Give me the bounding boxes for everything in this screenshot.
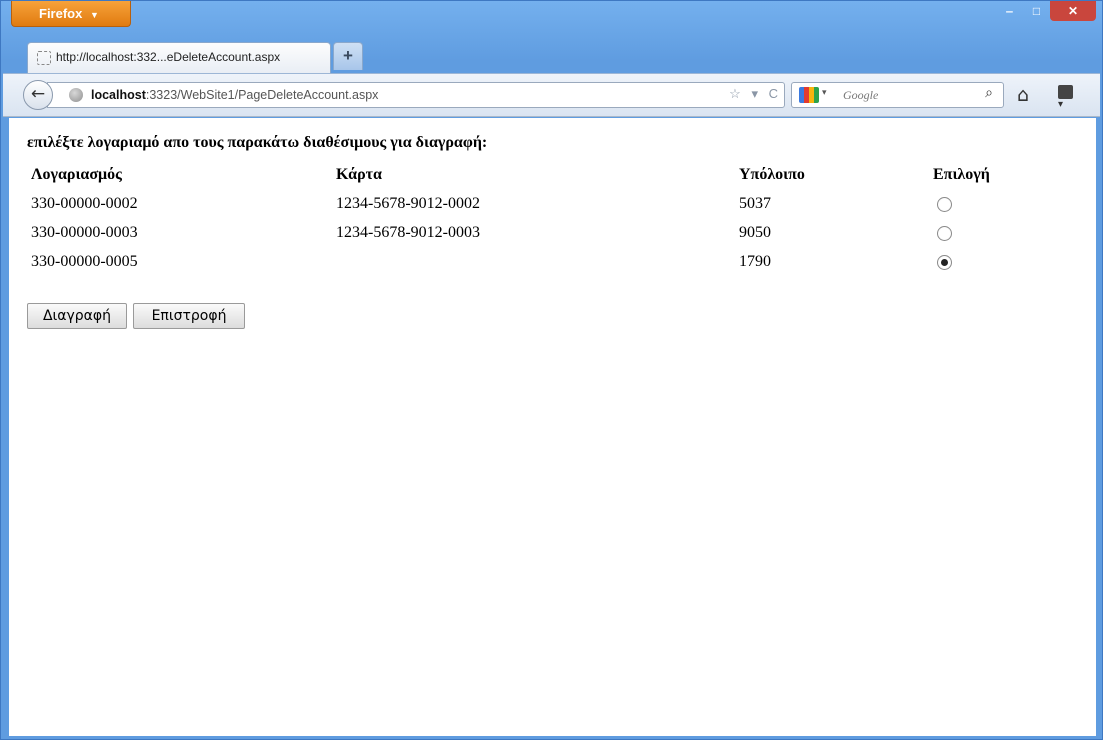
globe-icon	[69, 88, 83, 102]
back-button[interactable]: ←	[23, 80, 53, 110]
account-number-cell: 330-00000-0005	[31, 252, 138, 270]
balance-cell: 5037	[739, 194, 771, 212]
search-placeholder: Google	[843, 88, 879, 102]
select-radio[interactable]	[937, 254, 952, 270]
search-engine-dropdown-icon[interactable]: ▾	[822, 87, 827, 98]
balance-cell: 9050	[739, 223, 771, 241]
bookmarks-menu-button[interactable]: ▾	[1058, 85, 1080, 110]
tab-title: http://localhost:332...eDeleteAccount.as…	[56, 50, 281, 64]
firefox-menu-button[interactable]: Firefox ▼	[11, 1, 131, 27]
select-cell	[929, 247, 1009, 276]
dropdown-arrow-icon: ▼	[89, 10, 99, 20]
select-cell	[929, 218, 1009, 247]
card-number-cell	[332, 247, 735, 276]
select-radio[interactable]	[937, 196, 952, 212]
page-content: επιλέξτε λογαριαμό απο τους παρακάτω δια…	[9, 118, 1096, 736]
column-header-select: Επιλογή	[933, 165, 990, 183]
accounts-table: Λογαριασμός Κάρτα Υπόλοιπο Επιλογή 330-0…	[27, 160, 1009, 276]
table-row: 330-00000-0002 1234-5678-9012-0002 5037	[27, 189, 1009, 218]
firefox-menu-label: Firefox	[39, 6, 83, 21]
card-number-cell: 1234-5678-9012-0002	[336, 194, 480, 212]
return-button[interactable]: Επιστροφή	[133, 303, 245, 329]
close-button[interactable]: ✕	[1050, 1, 1096, 21]
bookmarks-icon	[1058, 85, 1073, 99]
back-arrow-icon: ←	[30, 84, 46, 104]
url-tools: ☆ ▾ C	[722, 86, 778, 102]
history-dropdown-icon[interactable]: ▾	[751, 86, 758, 101]
reload-icon[interactable]: C	[769, 86, 778, 101]
balance-cell: 1790	[739, 252, 771, 270]
window-controls: ‒ □ ✕	[996, 1, 1096, 21]
url-host: localhost	[91, 88, 146, 102]
bookmark-star-icon[interactable]: ☆	[729, 86, 741, 101]
google-logo-icon[interactable]	[799, 87, 819, 103]
account-number-cell: 330-00000-0003	[31, 223, 138, 241]
account-number-cell: 330-00000-0002	[31, 194, 138, 212]
search-bar[interactable]: ▾ Google ⌕	[791, 82, 1004, 108]
home-icon[interactable]: ⌂	[1017, 84, 1029, 106]
bookmarks-dropdown-icon: ▾	[1058, 99, 1064, 110]
url-bar[interactable]: localhost:3323/WebSite1/PageDeleteAccoun…	[47, 82, 785, 108]
url-path: :3323/WebSite1/PageDeleteAccount.aspx	[145, 88, 379, 102]
table-row: 330-00000-0003 1234-5678-9012-0003 9050	[27, 218, 1009, 247]
column-header-account: Λογαριασμός	[31, 165, 122, 183]
page-heading: επιλέξτε λογαριαμό απο τους παρακάτω δια…	[27, 134, 488, 151]
search-icon[interactable]: ⌕	[985, 86, 993, 102]
minimize-button[interactable]: ‒	[996, 1, 1023, 21]
page-favicon-icon	[37, 51, 51, 65]
navigation-toolbar: localhost:3323/WebSite1/PageDeleteAccoun…	[3, 73, 1100, 117]
select-radio[interactable]	[937, 225, 952, 241]
maximize-button[interactable]: □	[1023, 1, 1050, 21]
table-header-row: Λογαριασμός Κάρτα Υπόλοιπο Επιλογή	[27, 160, 1009, 189]
delete-button[interactable]: Διαγραφή	[27, 303, 127, 329]
column-header-balance: Υπόλοιπο	[739, 165, 805, 183]
browser-window: Firefox ▼ ‒ □ ✕ http://localhost:332...e…	[0, 0, 1103, 740]
tab-active[interactable]: http://localhost:332...eDeleteAccount.as…	[27, 42, 331, 73]
table-row: 330-00000-0005 1790	[27, 247, 1009, 276]
card-number-cell: 1234-5678-9012-0003	[336, 223, 480, 241]
column-header-card: Κάρτα	[336, 165, 382, 183]
new-tab-button[interactable]: +	[333, 42, 363, 70]
select-cell	[929, 189, 1009, 218]
